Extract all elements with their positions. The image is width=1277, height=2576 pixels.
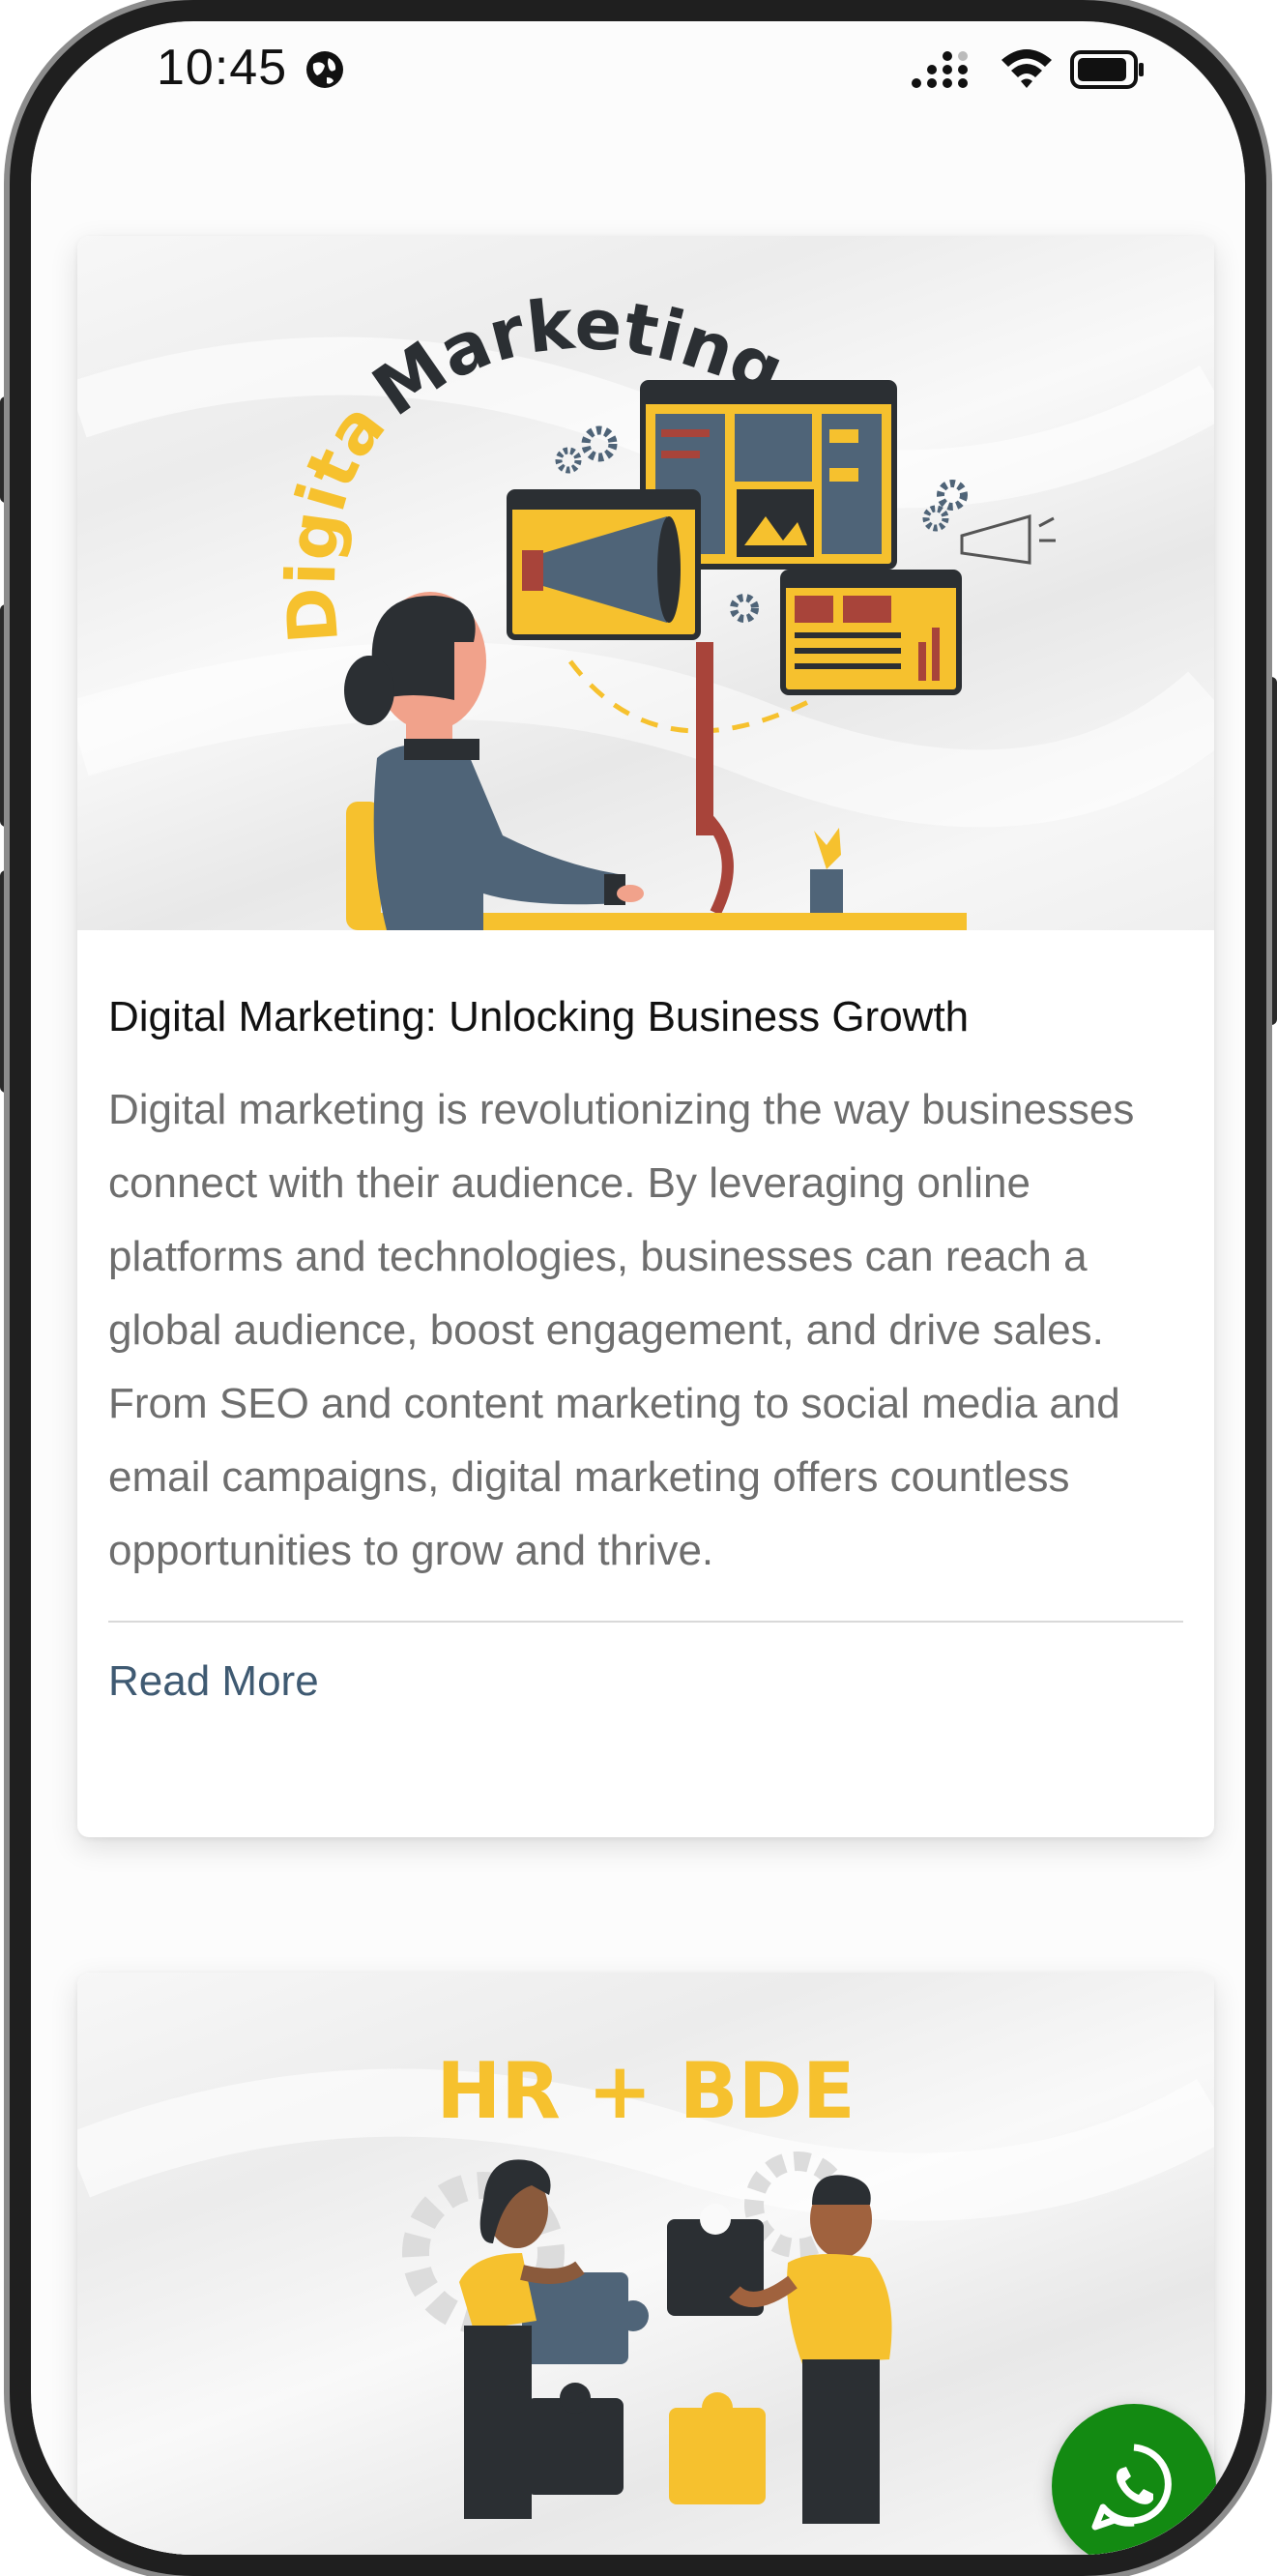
card-image: HR + BDE: [77, 1973, 1214, 2555]
wifi-icon: [998, 44, 1056, 98]
status-bar: 10:45: [31, 21, 1245, 118]
read-more-link[interactable]: Read More: [108, 1657, 319, 1706]
battery-icon: [1070, 50, 1147, 94]
phone-frame: 10:45 Digita Marketing Digital Marketing…: [10, 0, 1266, 2576]
globe-icon: [304, 48, 346, 91]
blog-card: Digital Marketing: [77, 236, 1214, 1837]
power-button: [1265, 677, 1277, 1025]
svg-text:HR + BDE: HR + BDE: [436, 2046, 855, 2136]
blog-card: HR + BDE: [77, 1973, 1214, 2555]
cellular-signal-icon: [911, 48, 978, 96]
digital-marketing-illustration: Digital Marketing: [77, 236, 1214, 930]
whatsapp-button[interactable]: [1052, 2404, 1216, 2555]
card-image: Digital Marketing: [77, 236, 1214, 930]
svg-text:Digital: Digital: [77, 236, 401, 646]
status-time: 10:45: [157, 40, 288, 96]
divider: [108, 1621, 1183, 1623]
card-title: Digital Marketing: Unlocking Business Gr…: [108, 993, 970, 1040]
screen: 10:45 Digita Marketing Digital Marketing…: [31, 21, 1245, 2555]
hr-bde-teamwork-illustration: HR + BDE: [77, 2046, 1214, 2524]
card-description: Digital marketing is revolutionizing the…: [108, 1086, 1135, 1574]
card-body: Digital Marketing: Unlocking Business Gr…: [108, 930, 1183, 1706]
whatsapp-icon: [1091, 2444, 1172, 2531]
